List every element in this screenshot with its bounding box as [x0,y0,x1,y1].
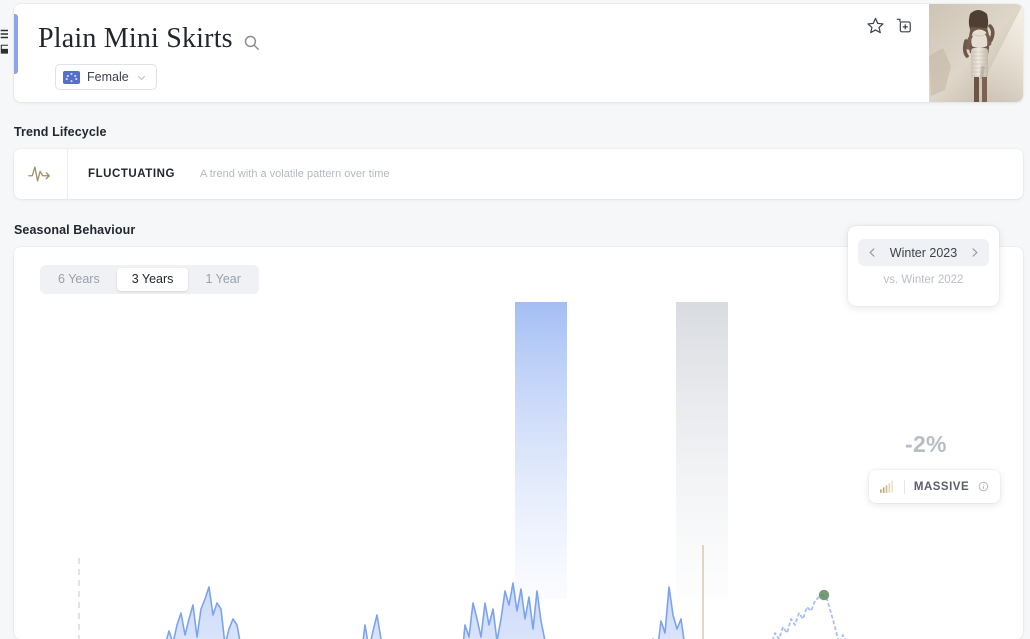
bar-chart-icon [880,480,894,493]
chevron-left-icon[interactable] [867,247,878,258]
pulse-arrow-icon [27,166,50,182]
seasonal-magnitude-label: MASSIVE [913,480,970,493]
forecast-trend-line [772,594,847,639]
historic-area-fill [166,583,684,639]
trend-lifecycle-card: FLUCTUATING A trend with a volatile patt… [14,149,1023,199]
info-icon[interactable] [978,480,989,493]
chevron-down-icon [137,75,145,80]
accent-bar [14,14,18,74]
season-comparison-label: vs. Winter 2022 [883,274,964,286]
product-photo-art [929,4,1023,102]
seasonal-behaviour-page: ☰ ⬓ Plain Mini Skirts Female Trend Lifec… [0,0,1030,639]
seasonal-change-percent: -2% [905,431,947,457]
page-title: Plain Mini Skirts [38,23,233,54]
current-season-label: Winter 2023 [889,245,958,260]
season-nav: Winter 2023 [858,239,989,266]
gender-color-swatch [63,70,80,84]
trend-lifecycle-icon-wrap [14,149,68,199]
seasonal-magnitude-badge: MASSIVE [869,470,1000,503]
trend-lifecycle-title: Trend Lifecycle [14,125,107,139]
highlight-band-winter-2023 [676,302,728,599]
header-actions [866,16,913,35]
search-icon[interactable] [243,34,260,51]
historic-trend-line [165,582,685,639]
add-to-board-icon[interactable] [894,16,913,35]
highlight-band-winter-2022 [515,302,567,599]
left-edge-rail: ☰ ⬓ [0,29,8,55]
seasonal-behaviour-title: Seasonal Behaviour [14,223,136,237]
forecast-peak-marker[interactable] [818,589,830,601]
chevron-right-icon[interactable] [969,247,980,258]
title-row: Plain Mini Skirts [38,22,260,56]
badge-divider [904,479,905,494]
trend-lifecycle-status: FLUCTUATING [88,168,175,180]
favourite-star-icon[interactable] [866,16,885,35]
gender-filter-chip[interactable]: Female [55,64,157,90]
season-picker-card: Winter 2023 vs. Winter 2022 [848,226,999,306]
product-image [929,4,1023,102]
trend-header-card: Plain Mini Skirts Female [14,4,1023,102]
gender-filter-label: Female [87,70,129,84]
trend-lifecycle-description: A trend with a volatile pattern over tim… [199,168,390,180]
